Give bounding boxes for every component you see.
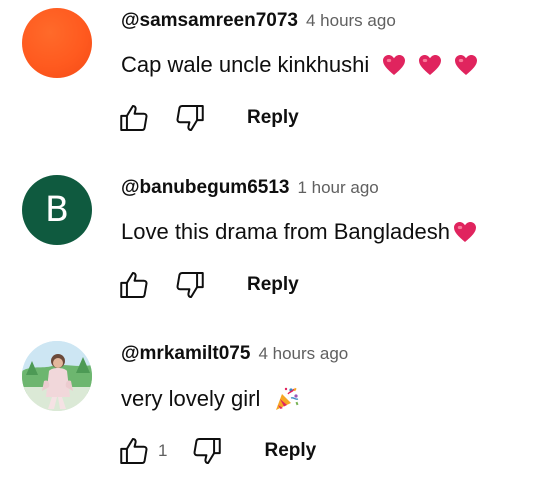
comment-header: @mrkamilt075 4 hours ago (121, 343, 348, 369)
like-button[interactable] (116, 267, 152, 303)
thumbs-down-icon (176, 104, 204, 132)
thumbs-up-icon (120, 271, 148, 299)
author-name[interactable]: @banubegum6513 (121, 177, 289, 199)
heart-emoji-icon (383, 55, 406, 75)
author-name[interactable]: @mrkamilt075 (121, 343, 250, 365)
comment-timestamp[interactable]: 4 hours ago (258, 344, 348, 364)
comment-actions: Reply (116, 100, 299, 136)
comment-actions: 1 Reply (116, 433, 316, 469)
dislike-button[interactable] (172, 267, 208, 303)
comment-text-content: Cap wale uncle kinkhushi (121, 52, 370, 77)
like-count: 1 (158, 441, 168, 460)
like-button[interactable] (116, 100, 152, 136)
avatar-photo-icon (22, 341, 92, 411)
comment-text-content: very lovely girl (121, 386, 261, 411)
thumbs-up-icon (120, 437, 148, 465)
avatar[interactable]: B (22, 175, 92, 245)
thumbs-down-icon (193, 437, 222, 465)
comment-text: Love this drama from Bangladesh (121, 219, 478, 245)
author-name[interactable]: @samsamreen7073 (121, 10, 298, 32)
comment-timestamp[interactable]: 4 hours ago (306, 11, 396, 31)
heart-emoji-icon (455, 55, 478, 75)
comment-item: B @banubegum6513 1 hour ago Love this dr… (0, 167, 541, 327)
comment-header: @banubegum6513 1 hour ago (121, 177, 379, 203)
avatar[interactable] (22, 341, 92, 411)
comment-item: @mrkamilt075 4 hours ago very lovely gir… (0, 333, 541, 493)
dislike-button[interactable] (189, 433, 225, 469)
comment-text-content: Love this drama from Bangladesh (121, 219, 450, 244)
comment-header: @samsamreen7073 4 hours ago (121, 10, 396, 36)
comment-actions: Reply (116, 267, 299, 303)
thumbs-down-icon (176, 271, 204, 299)
reply-button[interactable]: Reply (247, 107, 299, 129)
party-popper-emoji-icon (276, 387, 299, 410)
reply-button[interactable]: Reply (264, 440, 316, 462)
dislike-button[interactable] (172, 100, 208, 136)
comment-timestamp[interactable]: 1 hour ago (297, 178, 378, 198)
comment-text: very lovely girl (121, 385, 300, 413)
avatar[interactable] (22, 8, 92, 78)
heart-emoji-icon (453, 222, 476, 242)
heart-emoji-icon (419, 55, 442, 75)
reply-button[interactable]: Reply (247, 274, 299, 296)
comment-text: Cap wale uncle kinkhushi (121, 52, 479, 78)
avatar-letter: B (44, 190, 69, 230)
like-button[interactable] (116, 433, 152, 469)
thumbs-up-icon (120, 104, 148, 132)
comment-item: @samsamreen7073 4 hours ago Cap wale unc… (0, 0, 541, 160)
